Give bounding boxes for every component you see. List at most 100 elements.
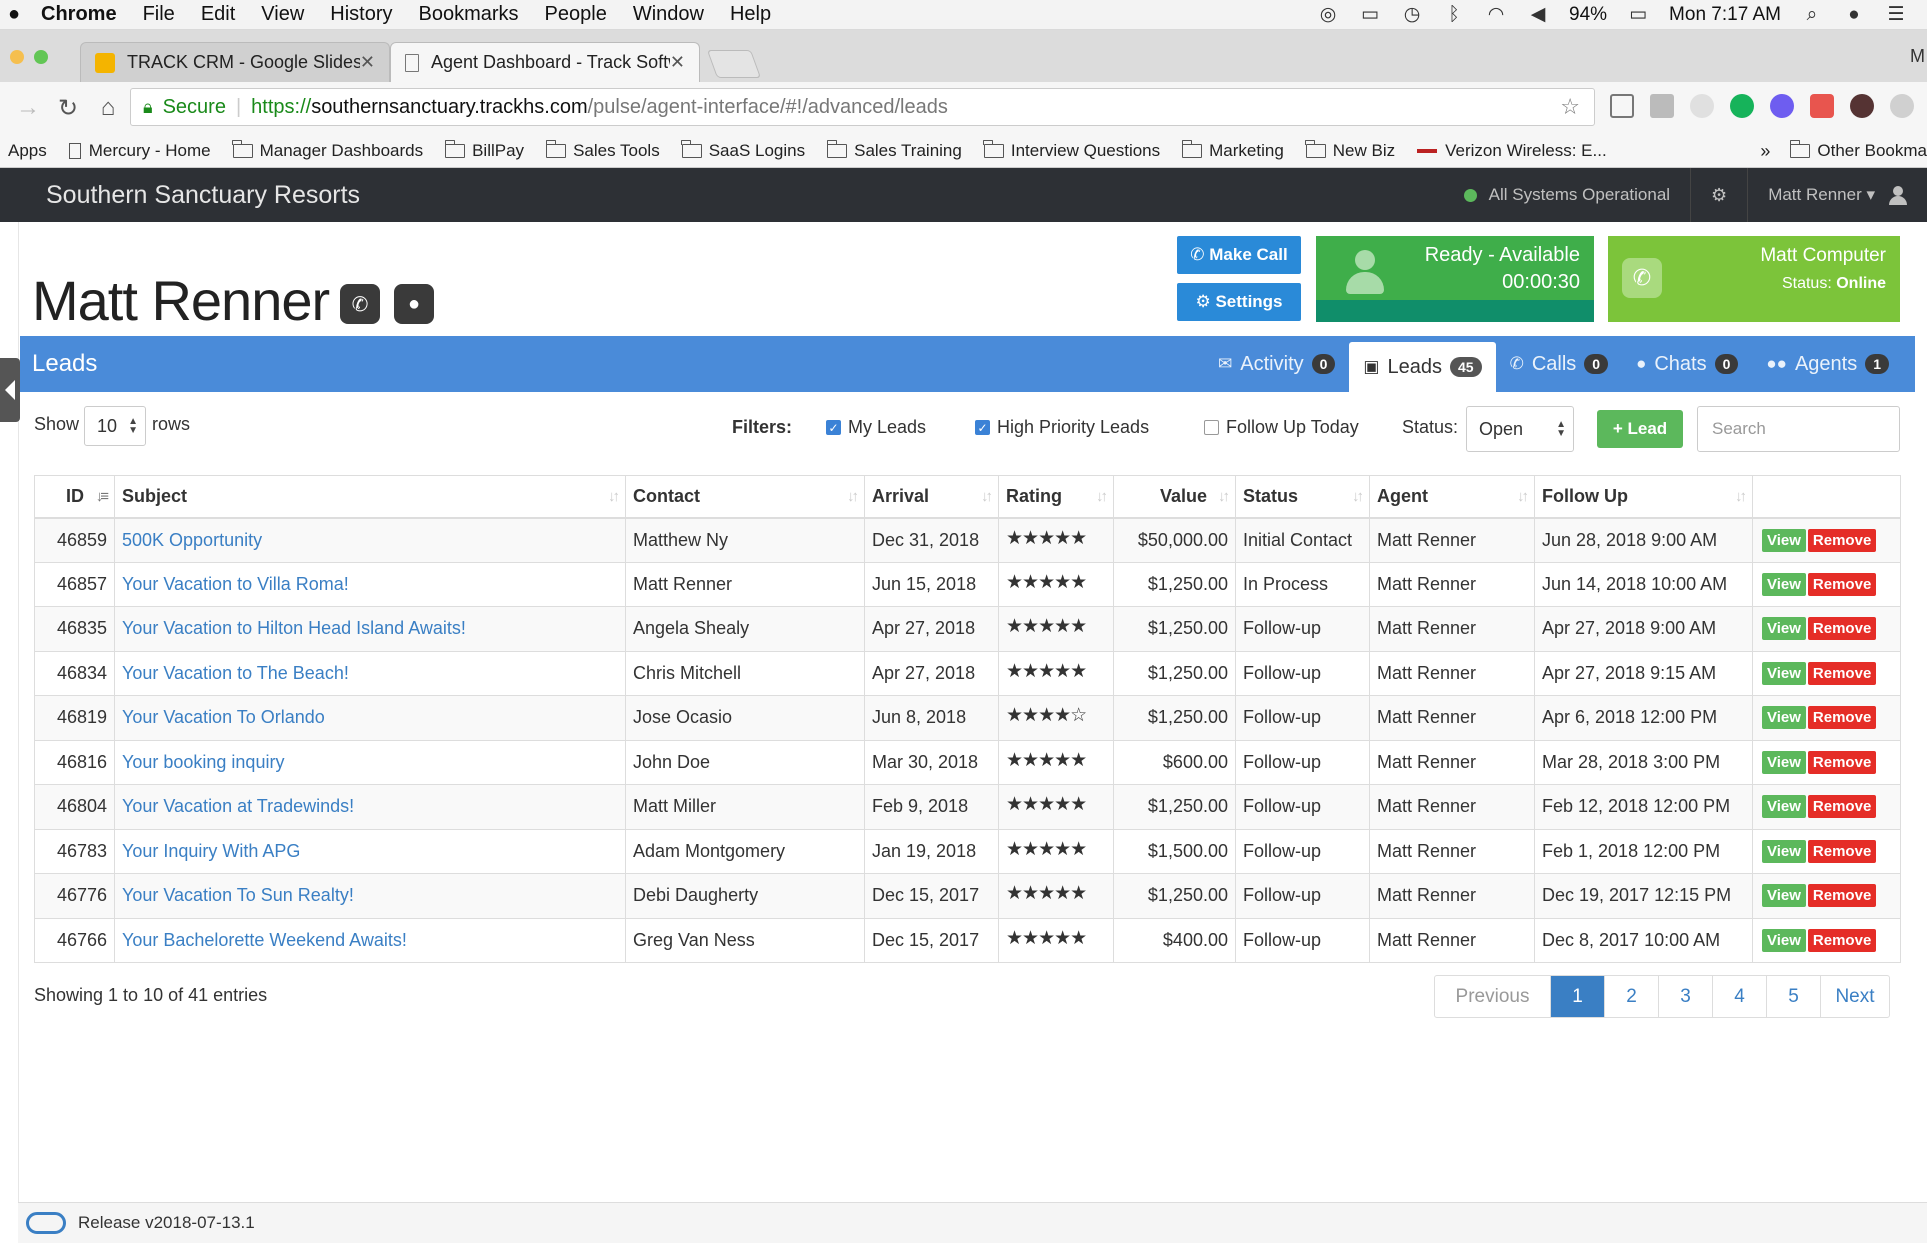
view-lead-button[interactable]: View <box>1762 706 1806 730</box>
tab-leads[interactable]: ▣ Leads 45 <box>1349 342 1496 392</box>
new-tab-button[interactable] <box>706 50 762 78</box>
lead-subject-link[interactable]: Your Vacation to Villa Roma! <box>114 561 626 607</box>
extension-snowflake-icon[interactable] <box>1690 94 1714 118</box>
previous-page-button[interactable]: Previous <box>1435 976 1551 1017</box>
column-header-arrival[interactable]: Arrival ↓↑ <box>864 475 999 519</box>
extension-badge-icon[interactable] <box>1810 94 1834 118</box>
settings-button[interactable]: ⚙ Settings <box>1177 283 1301 321</box>
menu-edit[interactable]: Edit <box>188 3 248 26</box>
view-lead-button[interactable]: View <box>1762 661 1806 685</box>
creative-cloud-icon[interactable]: ◎ <box>1317 4 1339 25</box>
bookmarks-overflow-chevron[interactable]: » <box>1760 141 1770 162</box>
chat-bubble-icon[interactable]: ● <box>394 284 434 324</box>
page-4-button[interactable]: 4 <box>1713 976 1767 1017</box>
remove-lead-button[interactable]: Remove <box>1807 928 1877 952</box>
lead-subject-link[interactable]: 500K Opportunity <box>114 517 626 563</box>
user-icon[interactable] <box>1889 186 1907 205</box>
rows-per-page-select[interactable]: 10 ▲ ▼ <box>84 406 146 446</box>
battery-percent[interactable]: 94% <box>1569 4 1607 26</box>
close-tab-icon[interactable]: ✕ <box>670 52 685 73</box>
close-tab-icon[interactable]: ✕ <box>360 52 375 73</box>
bookmark-folder-sales-training[interactable]: Sales Training <box>826 139 962 161</box>
view-lead-button[interactable]: View <box>1762 572 1806 596</box>
bookmark-star-icon[interactable]: ☆ <box>1560 94 1580 120</box>
zoom-window-button[interactable] <box>34 50 48 64</box>
grammarly-icon[interactable] <box>1730 94 1754 118</box>
filter-follow-up-today-checkbox[interactable]: Follow Up Today <box>1204 417 1359 438</box>
filter-my-leads-checkbox[interactable]: ✓ My Leads <box>826 417 926 438</box>
column-header-id[interactable]: ID ↓≡ <box>34 475 115 519</box>
search-input[interactable]: Search <box>1697 406 1900 452</box>
bookmark-folder-billpay[interactable]: BillPay <box>444 139 524 161</box>
make-call-button[interactable]: ✆ Make Call <box>1177 236 1301 274</box>
spotlight-search-icon[interactable]: ⌕ <box>1801 4 1823 25</box>
volume-icon[interactable]: ◀ <box>1527 4 1549 25</box>
page-3-button[interactable]: 3 <box>1659 976 1713 1017</box>
bookmark-folder-other[interactable]: Other Bookma <box>1789 140 1927 161</box>
menubar-clock[interactable]: Mon 7:17 AM <box>1669 4 1781 26</box>
airplay-icon[interactable]: ▭ <box>1359 4 1381 25</box>
view-lead-button[interactable]: View <box>1762 928 1806 952</box>
status-select[interactable]: Open ▲ ▼ <box>1466 406 1574 452</box>
menu-file[interactable]: File <box>130 3 188 26</box>
user-menu[interactable]: Matt Renner ▾ <box>1768 185 1875 205</box>
remove-lead-button[interactable]: Remove <box>1807 572 1877 596</box>
bookmark-folder-saas-logins[interactable]: SaaS Logins <box>681 139 805 161</box>
page-5-button[interactable]: 5 <box>1767 976 1821 1017</box>
column-header-contact[interactable]: Contact ↓↑ <box>625 475 865 519</box>
tab-chats[interactable]: ● Chats 0 <box>1622 336 1752 392</box>
view-lead-button[interactable]: View <box>1762 750 1806 774</box>
remove-lead-button[interactable]: Remove <box>1807 795 1877 819</box>
lead-subject-link[interactable]: Your Vacation To Orlando <box>114 695 626 741</box>
tab-agent-dashboard[interactable]: Agent Dashboard - Track Softw ✕ <box>390 42 700 82</box>
wifi-icon[interactable]: ◠ <box>1485 4 1507 25</box>
view-lead-button[interactable]: View <box>1762 617 1806 641</box>
column-header-rating[interactable]: Rating ↓↑ <box>998 475 1114 519</box>
column-header-follow-up[interactable]: Follow Up ↓↑ <box>1534 475 1753 519</box>
view-lead-button[interactable]: View <box>1762 528 1806 552</box>
lead-subject-link[interactable]: Your Vacation to Hilton Head Island Awai… <box>114 606 626 652</box>
bookmark-folder-manager-dashboards[interactable]: Manager Dashboards <box>232 139 423 161</box>
menu-app-name[interactable]: Chrome <box>28 3 130 26</box>
remove-lead-button[interactable]: Remove <box>1807 617 1877 641</box>
brand-title[interactable]: Southern Sanctuary Resorts <box>46 181 360 210</box>
lead-subject-link[interactable]: Your booking inquiry <box>114 739 626 785</box>
lead-subject-link[interactable]: Your Vacation to The Beach! <box>114 650 626 696</box>
reload-icon[interactable]: ↻ <box>48 94 88 123</box>
bookmark-folder-interview-questions[interactable]: Interview Questions <box>983 139 1160 161</box>
page-1-button[interactable]: 1 <box>1551 976 1605 1017</box>
menu-window[interactable]: Window <box>620 3 717 26</box>
menu-people[interactable]: People <box>532 3 620 26</box>
apple-menu-icon[interactable]: ● <box>0 3 28 26</box>
extension-purple-icon[interactable] <box>1770 94 1794 118</box>
remove-lead-button[interactable]: Remove <box>1807 661 1877 685</box>
remove-lead-button[interactable]: Remove <box>1807 750 1877 774</box>
filter-high-priority-checkbox[interactable]: ✓ High Priority Leads <box>975 417 1149 438</box>
sidebar-toggle-handle[interactable] <box>0 358 20 422</box>
lead-subject-link[interactable]: Your Vacation at Tradewinds! <box>114 784 626 830</box>
back-arrow-icon[interactable]: → <box>8 94 48 122</box>
profile-avatar-icon[interactable] <box>1850 94 1874 118</box>
add-lead-button[interactable]: + Lead <box>1597 410 1683 448</box>
next-page-button[interactable]: Next <box>1821 976 1889 1017</box>
gear-icon[interactable]: ⚙ <box>1711 185 1727 206</box>
profile-letter[interactable]: M <box>1910 46 1925 67</box>
remove-lead-button[interactable]: Remove <box>1807 528 1877 552</box>
menu-view[interactable]: View <box>248 3 317 26</box>
view-lead-button[interactable]: View <box>1762 884 1806 908</box>
siri-icon[interactable]: ● <box>1843 4 1865 25</box>
tab-google-slides[interactable]: TRACK CRM - Google Slides ✕ <box>80 42 390 82</box>
battery-icon[interactable]: ▭ <box>1627 4 1649 25</box>
bookmark-folder-marketing[interactable]: Marketing <box>1181 139 1284 161</box>
view-lead-button[interactable]: View <box>1762 795 1806 819</box>
minimize-window-button[interactable] <box>10 50 24 64</box>
tab-activity[interactable]: ✉ Activity 0 <box>1204 336 1349 392</box>
extension-circle-icon[interactable] <box>1890 94 1914 118</box>
remove-lead-button[interactable]: Remove <box>1807 706 1877 730</box>
menu-help[interactable]: Help <box>717 3 784 26</box>
lead-subject-link[interactable]: Your Inquiry With APG <box>114 828 626 874</box>
cast-icon[interactable] <box>1610 94 1634 118</box>
column-header-subject[interactable]: Subject ↓↑ <box>114 475 626 519</box>
column-header-agent[interactable]: Agent ↓↑ <box>1369 475 1535 519</box>
tab-calls[interactable]: ✆ Calls 0 <box>1496 336 1623 392</box>
